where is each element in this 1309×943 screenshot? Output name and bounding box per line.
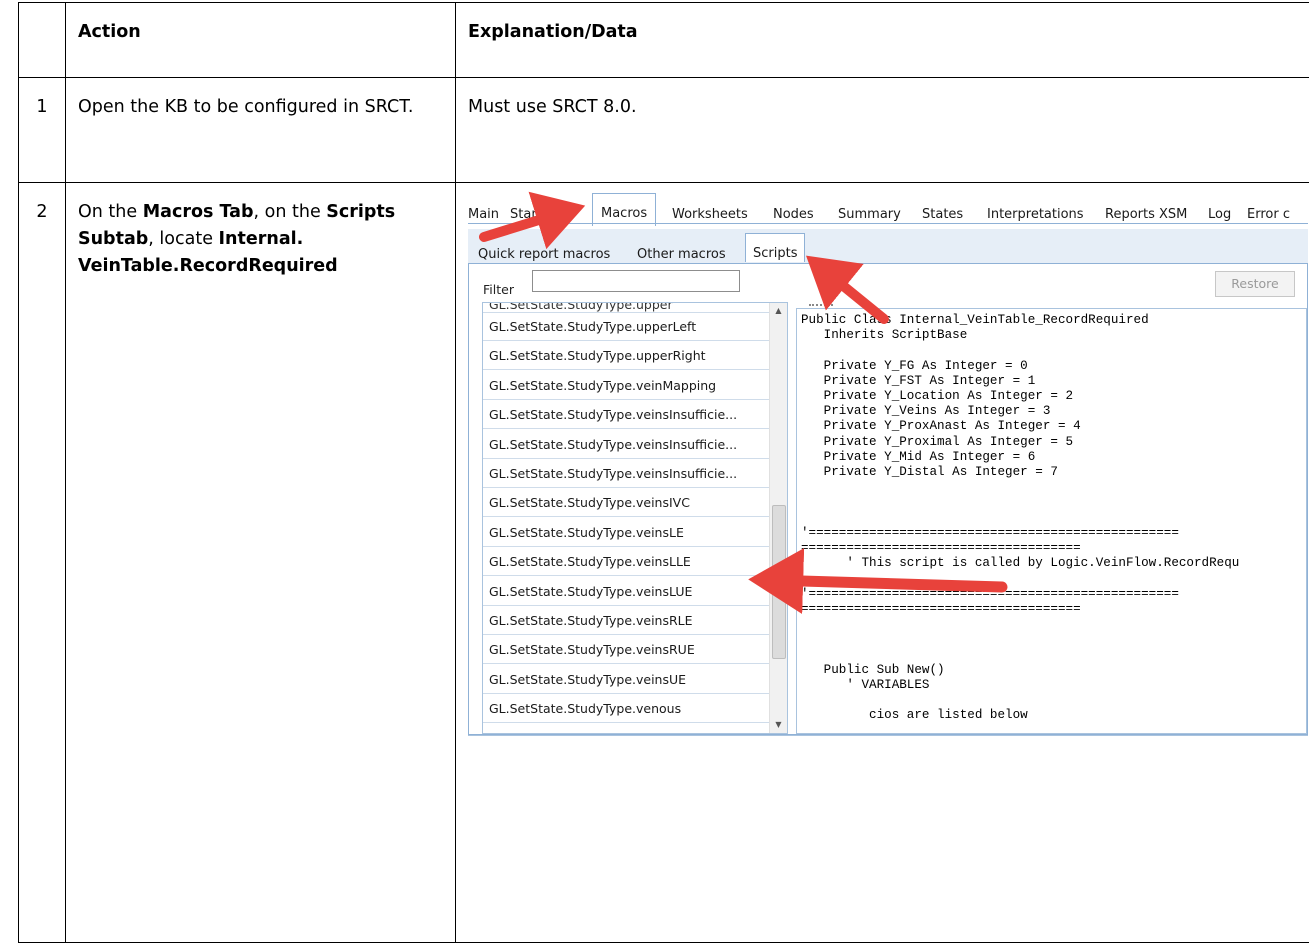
- step-2-text-3: , locate: [148, 229, 219, 249]
- arrow-to-scripts-subtab-icon: [806, 255, 889, 324]
- step-2-number: 2: [36, 202, 48, 222]
- step-2-text-1: On the: [78, 202, 143, 222]
- header-action: Action: [78, 22, 141, 42]
- step-2-screenshot-cell: Main Startup Macros Worksheets Nodes Sum…: [455, 182, 1309, 943]
- step-1-explanation: Must use SRCT 8.0.: [468, 97, 637, 117]
- arrow-to-macros-tab-icon: [479, 191, 586, 250]
- step-1-number: 1: [36, 97, 48, 117]
- procedure-table: Action Explanation/Data 1 Open the KB to…: [18, 2, 1309, 943]
- step-2-action: On the Macros Tab, on the Scripts Subtab…: [66, 183, 455, 280]
- step-row-2: 2 On the Macros Tab, on the Scripts Subt…: [18, 182, 1309, 943]
- header-num-cell: [18, 2, 66, 78]
- step-2-action-cell: On the Macros Tab, on the Scripts Subtab…: [65, 182, 456, 943]
- header-explanation: Explanation/Data: [468, 22, 638, 42]
- header-explanation-cell: Explanation/Data: [455, 2, 1309, 78]
- step-2-text-2: , on the: [253, 202, 327, 222]
- arrow-to-vein-table-item-icon: [748, 548, 1008, 615]
- step-1-action-cell: Open the KB to be configured in SRCT.: [65, 77, 456, 183]
- step-1-num-cell: 1: [18, 77, 66, 183]
- step-1-action: Open the KB to be configured in SRCT.: [78, 97, 414, 117]
- step-2-num-cell: 2: [18, 182, 66, 943]
- step-row-1: 1 Open the KB to be configured in SRCT. …: [18, 77, 1309, 183]
- embedded-screenshot: Main Startup Macros Worksheets Nodes Sum…: [468, 191, 1308, 753]
- header-num: [19, 3, 65, 19]
- step-2-macros-tab: Macros Tab: [142, 202, 254, 222]
- step-1-explanation-cell: Must use SRCT 8.0.: [455, 77, 1309, 183]
- header-action-cell: Action: [65, 2, 456, 78]
- header-row: Action Explanation/Data: [18, 2, 1309, 78]
- annotation-arrows: [479, 191, 1008, 615]
